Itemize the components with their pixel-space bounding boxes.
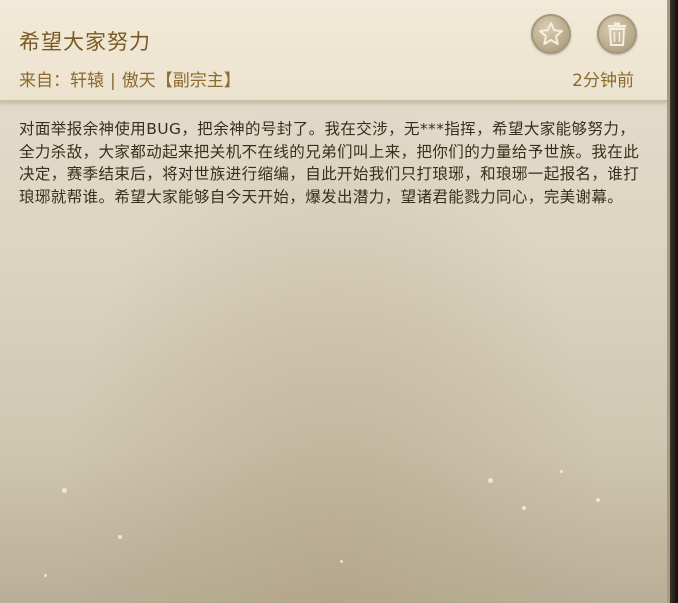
sender-title: 傲天【副宗主】 (121, 71, 241, 91)
background-speck (522, 506, 526, 510)
sender-separator: | (110, 71, 116, 91)
message-header: 希望大家努力 来自：轩辕 | 傲天【副宗主】 2分钟前 (0, 0, 667, 102)
message-body: 对面举报余神使用BUG，把余神的号封了。我在交涉，无***指挥，希望大家能够努力… (19, 120, 640, 206)
delete-button[interactable] (597, 14, 637, 54)
favorite-button[interactable] (531, 14, 571, 54)
background-speck (596, 498, 600, 502)
star-icon (539, 22, 563, 45)
background-speck (488, 478, 493, 483)
background-speck (560, 470, 563, 473)
trash-icon (608, 22, 626, 46)
window-edge (670, 0, 678, 603)
background-speck (340, 560, 343, 563)
from-label: 来自： (19, 71, 70, 91)
message-title: 希望大家努力 (19, 30, 151, 54)
sender-line: 来自：轩辕 | 傲天【副宗主】 (19, 66, 241, 91)
sender-name: 轩辕 (70, 71, 104, 91)
background-speck (118, 535, 122, 539)
background-speck (62, 488, 67, 493)
message-time: 2分钟前 (572, 71, 634, 91)
background-speck (44, 574, 47, 577)
message-panel: 希望大家努力 来自：轩辕 | 傲天【副宗主】 2分钟前 对面举报余神使用BUG，把余… (0, 0, 670, 603)
